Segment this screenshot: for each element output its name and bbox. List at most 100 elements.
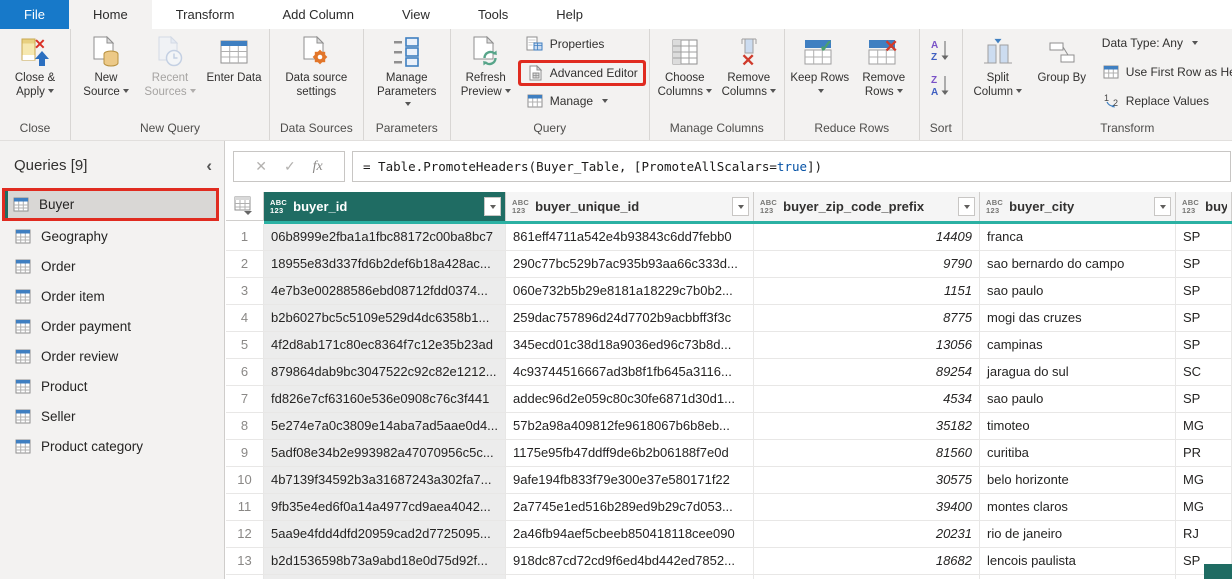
cell-buyer-zip-code-prefix[interactable]: 9790 — [754, 251, 980, 278]
row-number[interactable]: 2 — [226, 251, 264, 278]
cell-buy[interactable]: MG — [1176, 413, 1232, 440]
cell-buyer-zip-code-prefix[interactable]: 30575 — [754, 467, 980, 494]
sort-asc-button[interactable]: AZ — [925, 37, 957, 68]
cell-buyer-id[interactable]: 5e274e7a0c3809e14aba7ad5aae0d4... — [264, 413, 506, 440]
tab-transform[interactable]: Transform — [152, 0, 259, 29]
cell-buyer-unique-id[interactable]: 861eff4711a542e4b93843c6dd7febb0 — [506, 224, 754, 251]
enter-data-button[interactable]: Enter Data — [203, 31, 265, 86]
formula-input[interactable]: = Table.PromoteHeaders(Buyer_Table, [Pro… — [352, 151, 1231, 182]
cell-buy[interactable]: SP — [1176, 224, 1232, 251]
cell-buyer-id[interactable]: 4b7139f34592b3a31687243a302fa7... — [264, 467, 506, 494]
column-header-buyer-city[interactable]: ABC 123 buyer_city — [980, 192, 1176, 221]
formula-accept-icon[interactable]: ✓ — [284, 158, 296, 175]
query-item-geography[interactable]: Geography — [0, 221, 224, 251]
query-item-product[interactable]: Product — [0, 371, 224, 401]
cell-buyer-zip-code-prefix[interactable]: 20231 — [754, 521, 980, 548]
column-header-buyer-zip-code-prefix[interactable]: ABC 123 buyer_zip_code_prefix — [754, 192, 980, 221]
cell-buyer-zip-code-prefix[interactable]: 81560 — [754, 440, 980, 467]
row-number[interactable]: 1 — [226, 224, 264, 251]
cell-buyer-id[interactable]: 18955e83d337fd6b2def6b18a428ac... — [264, 251, 506, 278]
cell-buy[interactable]: MG — [1176, 467, 1232, 494]
cell-buyer-zip-code-prefix[interactable]: 18682 — [754, 548, 980, 575]
cell-buy[interactable]: SC — [1176, 359, 1232, 386]
cell-buyer-city[interactable]: lencois paulista — [980, 548, 1176, 575]
filter-dropdown-button[interactable] — [484, 197, 501, 216]
query-item-order-review[interactable]: Order review — [0, 341, 224, 371]
cell-buyer-city[interactable]: belo horizonte — [980, 467, 1176, 494]
cell-buyer-zip-code-prefix[interactable]: 39400 — [754, 494, 980, 521]
cell-buyer-unique-id[interactable]: 2a7745e1ed516b289ed9b29c7d053... — [506, 494, 754, 521]
cell-buyer-unique-id[interactable]: 345ecd01c38d18a9036ed96c73b8d... — [506, 332, 754, 359]
collapse-panel-icon[interactable]: ‹ — [206, 157, 212, 174]
formula-fx-icon[interactable]: fx — [313, 159, 323, 175]
cell-buyer-city[interactable]: franca — [980, 224, 1176, 251]
cell-buyer-city[interactable]: mogi das cruzes — [980, 305, 1176, 332]
query-item-seller[interactable]: Seller — [0, 401, 224, 431]
column-header-buyer-unique-id[interactable]: ABC 123 buyer_unique_id — [506, 192, 754, 221]
recent-sources-button[interactable]: Recent Sources — [139, 31, 201, 99]
cell-buy[interactable]: PR — [1176, 440, 1232, 467]
cell-buyer-city[interactable]: curitiba — [980, 440, 1176, 467]
cell-buyer-id[interactable]: b2b6027bc5c5109e529d4dc6358b1... — [264, 305, 506, 332]
cell-buyer-id[interactable]: 06b8999e2fba1a1fbc88172c00ba8bc7 — [264, 224, 506, 251]
column-header-buy[interactable]: ABC 123 buy — [1176, 192, 1232, 221]
cell-buyer-unique-id[interactable]: 9afe194fb833f79e300e37e580171f22 — [506, 467, 754, 494]
cell-buyer-city[interactable]: sao bernardo do campo — [980, 251, 1176, 278]
refresh-preview-button[interactable]: Refresh Preview — [455, 31, 517, 99]
cell-buyer-zip-code-prefix[interactable] — [754, 575, 980, 579]
use-first-row-as-headers-button[interactable]: Use First Row as Headers — [1097, 62, 1232, 82]
filter-dropdown-button[interactable] — [732, 197, 749, 216]
cell-buyer-city[interactable]: campinas — [980, 332, 1176, 359]
row-number[interactable]: 8 — [226, 413, 264, 440]
query-item-buyer[interactable]: Buyer — [2, 188, 219, 221]
cell-buy[interactable]: MG — [1176, 494, 1232, 521]
cell-buyer-zip-code-prefix[interactable]: 1151 — [754, 278, 980, 305]
tab-tools[interactable]: Tools — [454, 0, 532, 29]
manage-button[interactable]: Manage — [521, 91, 643, 111]
remove-columns-button[interactable]: ✕ Remove Columns — [718, 31, 780, 99]
close-apply-button[interactable]: ✕ Close & Apply — [4, 31, 66, 99]
row-number[interactable]: 12 — [226, 521, 264, 548]
cell-buyer-unique-id[interactable]: 259dac757896d24d7702b9acbbff3f3c — [506, 305, 754, 332]
filter-dropdown-button[interactable] — [958, 197, 975, 216]
cell-buyer-id[interactable]: b2d1536598b73a9abd18e0d75d92f... — [264, 548, 506, 575]
cell-buyer-zip-code-prefix[interactable]: 4534 — [754, 386, 980, 413]
cell-buy[interactable]: SP — [1176, 278, 1232, 305]
advanced-editor-button[interactable]: Advanced Editor — [520, 62, 643, 83]
column-header-buyer-id[interactable]: ABC 123 buyer_id — [264, 192, 506, 221]
row-number[interactable]: 3 — [226, 278, 264, 305]
cell-buyer-id[interactable]: 4e7b3e00288586ebd08712fdd0374... — [264, 278, 506, 305]
cell-buyer-zip-code-prefix[interactable]: 35182 — [754, 413, 980, 440]
replace-values-button[interactable]: 1 2 Replace Values — [1097, 91, 1232, 111]
filter-dropdown-button[interactable] — [1154, 197, 1171, 216]
tab-home[interactable]: Home — [69, 0, 152, 29]
cell-buyer-city[interactable]: sao paulo — [980, 278, 1176, 305]
cell-buyer-city[interactable] — [980, 575, 1176, 579]
cell-buyer-id[interactable]: 9fb35e4ed6f0a14a4977cd9aea4042... — [264, 494, 506, 521]
split-column-button[interactable]: Split Column — [967, 31, 1029, 99]
properties-button[interactable]: Properties — [521, 34, 643, 54]
cell-buyer-id[interactable]: 4f2d8ab171c80ec8364f7c12e35b23ad — [264, 332, 506, 359]
cell-buyer-id[interactable]: 5adf08e34b2e993982a47070956c5c... — [264, 440, 506, 467]
row-number[interactable]: 9 — [226, 440, 264, 467]
cell-buyer-zip-code-prefix[interactable]: 8775 — [754, 305, 980, 332]
row-number[interactable]: 6 — [226, 359, 264, 386]
cell-buy[interactable]: SP — [1176, 251, 1232, 278]
cell-buyer-unique-id[interactable]: 290c77bc529b7ac935b93aa66c333d... — [506, 251, 754, 278]
cell-buyer-unique-id[interactable] — [506, 575, 754, 579]
query-item-order-item[interactable]: Order item — [0, 281, 224, 311]
cell-buyer-id[interactable] — [264, 575, 506, 579]
cell-buyer-unique-id[interactable]: 1175e95fb47ddff9de6b2b06188f7e0d — [506, 440, 754, 467]
cell-buy[interactable]: SP — [1176, 332, 1232, 359]
cell-buyer-id[interactable]: 879864dab9bc3047522c92c82e1212... — [264, 359, 506, 386]
row-number[interactable]: 13 — [226, 548, 264, 575]
file-tab[interactable]: File — [0, 0, 69, 29]
group-by-button[interactable]: Group By — [1031, 31, 1093, 86]
cell-buyer-city[interactable]: montes claros — [980, 494, 1176, 521]
cell-buy[interactable]: RJ — [1176, 521, 1232, 548]
cell-buyer-zip-code-prefix[interactable]: 13056 — [754, 332, 980, 359]
remove-rows-button[interactable]: ✕ Remove Rows — [853, 31, 915, 99]
cell-buyer-city[interactable]: timoteo — [980, 413, 1176, 440]
cell-buyer-unique-id[interactable]: 57b2a98a409812fe9618067b6b8eb... — [506, 413, 754, 440]
query-item-order-payment[interactable]: Order payment — [0, 311, 224, 341]
